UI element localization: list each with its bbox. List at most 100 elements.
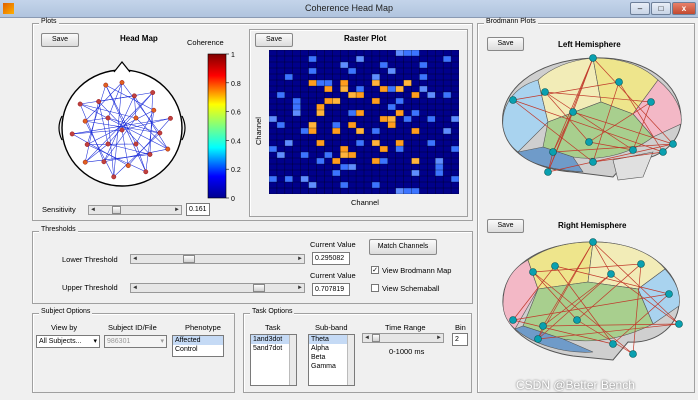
slider-right-arrow-icon[interactable]: ► xyxy=(296,284,304,292)
electrode-node xyxy=(133,115,139,121)
sensitivity-slider[interactable]: ◄ ► xyxy=(88,205,182,215)
view-brodmann-label: View Brodmann Map xyxy=(382,266,452,275)
raster-cell xyxy=(269,116,277,122)
raster-cell xyxy=(443,128,452,134)
upper-threshold-thumb[interactable] xyxy=(253,284,265,292)
close-button[interactable]: x xyxy=(672,2,696,15)
raster-cell xyxy=(411,50,420,56)
match-channels-button[interactable]: Match Channels xyxy=(369,239,437,255)
raster-cell xyxy=(316,80,325,86)
raster-cell xyxy=(332,122,341,128)
task-label: Task xyxy=(265,323,281,332)
lower-threshold-field[interactable]: 0.295082 xyxy=(312,252,350,265)
view-schemaball-checkbox[interactable] xyxy=(371,284,379,292)
bin-field[interactable]: 2 xyxy=(452,333,468,346)
electrode-node xyxy=(103,82,109,88)
electrode-node xyxy=(143,169,149,175)
brodmann-node xyxy=(541,88,549,96)
raster-save-button[interactable]: Save xyxy=(255,33,293,47)
electrode-node xyxy=(150,90,156,95)
raster-cell xyxy=(316,110,325,116)
electrode-node xyxy=(119,80,125,85)
lower-threshold-label: Lower Threshold xyxy=(62,255,118,264)
raster-cell xyxy=(340,62,349,68)
colorbar-ticks: 1 0.8 0.6 0.4 0.2 0 xyxy=(226,52,241,202)
phenotype-option[interactable]: Control xyxy=(173,345,223,354)
slider-right-arrow-icon[interactable]: ► xyxy=(296,255,304,263)
task-listbox[interactable]: 1and3dot 5and7dot xyxy=(250,334,297,386)
brodmann-node xyxy=(509,96,517,104)
time-range-thumb[interactable] xyxy=(372,334,380,342)
view-schemaball-label: View Schemaball xyxy=(382,284,440,293)
brodmann-node xyxy=(589,158,597,166)
brodmann-node xyxy=(534,335,542,343)
maximize-button[interactable]: □ xyxy=(651,2,671,15)
time-range-value: 0-1000 ms xyxy=(389,347,425,356)
raster-cell xyxy=(387,104,396,110)
colorbar-tick-label: 0.2 xyxy=(231,167,241,174)
raster-cell xyxy=(379,62,388,68)
phenotype-listbox[interactable]: Affected Control xyxy=(172,335,224,357)
electrode-node xyxy=(82,118,88,124)
raster-cell xyxy=(332,98,341,104)
brodmann-node xyxy=(585,138,593,146)
raster-cell xyxy=(403,116,412,122)
raster-cell xyxy=(308,56,317,62)
subband-scrollbar[interactable] xyxy=(347,335,354,385)
raster-cell xyxy=(379,146,388,152)
lower-threshold-thumb[interactable] xyxy=(183,255,195,263)
raster-cell xyxy=(395,98,404,104)
window-title: Coherence Head Map xyxy=(304,3,394,13)
view-by-select[interactable]: All Subjects... ▾ xyxy=(36,335,100,348)
raster-cell xyxy=(387,86,396,92)
left-hemisphere-save-button[interactable]: Save xyxy=(487,37,524,51)
minimize-button[interactable]: – xyxy=(630,2,650,15)
lower-threshold-slider[interactable]: ◄ ► xyxy=(130,254,305,264)
slider-left-arrow-icon[interactable]: ◄ xyxy=(363,334,371,342)
slider-left-arrow-icon[interactable]: ◄ xyxy=(131,284,139,292)
raster-cell xyxy=(387,68,396,74)
raster-cell xyxy=(419,86,428,92)
raster-cell xyxy=(292,104,301,110)
time-range-slider[interactable]: ◄ ► xyxy=(362,333,444,343)
raster-cell xyxy=(356,92,364,98)
slider-left-arrow-icon[interactable]: ◄ xyxy=(89,206,97,214)
raster-cell xyxy=(276,152,285,158)
electrode-node xyxy=(131,93,137,99)
subband-listbox[interactable]: Theta Alpha Beta Gamma xyxy=(308,334,355,386)
raster-cell xyxy=(403,188,412,194)
raster-cell xyxy=(340,164,349,170)
raster-cell xyxy=(324,86,333,92)
raster-cell xyxy=(379,116,388,122)
raster-cell xyxy=(451,176,459,182)
subject-id-value: 986301 xyxy=(107,338,131,345)
subject-id-select[interactable]: 986301 ▾ xyxy=(104,335,167,348)
raster-cell xyxy=(451,116,459,122)
phenotype-option[interactable]: Affected xyxy=(173,336,223,345)
raster-cell xyxy=(395,188,404,194)
sensitivity-slider-thumb[interactable] xyxy=(112,206,121,214)
upper-threshold-slider[interactable]: ◄ ► xyxy=(130,283,305,293)
right-hemisphere-brain xyxy=(502,238,683,361)
brodmann-node xyxy=(629,350,637,358)
brodmann-node xyxy=(589,54,597,62)
raster-cell xyxy=(316,104,325,110)
right-hemisphere-save-button[interactable]: Save xyxy=(487,219,524,233)
raster-cell xyxy=(332,158,341,164)
view-brodmann-checkbox[interactable]: ✓ xyxy=(371,266,379,274)
upper-threshold-field[interactable]: 0.707819 xyxy=(312,283,350,296)
raster-cell xyxy=(348,68,357,74)
slider-right-arrow-icon[interactable]: ► xyxy=(173,206,181,214)
electrode-node xyxy=(125,163,131,169)
sensitivity-field[interactable]: 0.161 xyxy=(186,203,210,216)
electrode-node xyxy=(96,99,102,104)
task-scrollbar[interactable] xyxy=(289,335,296,385)
raster-cell xyxy=(379,158,388,164)
raster-plot xyxy=(269,50,459,194)
slider-right-arrow-icon[interactable]: ► xyxy=(435,334,443,342)
bin-label: Bin xyxy=(455,323,466,332)
slider-left-arrow-icon[interactable]: ◄ xyxy=(131,255,139,263)
raster-xlabel: Channel xyxy=(351,198,379,207)
brodmann-node xyxy=(647,98,655,106)
headmap-save-button[interactable]: Save xyxy=(41,33,79,47)
